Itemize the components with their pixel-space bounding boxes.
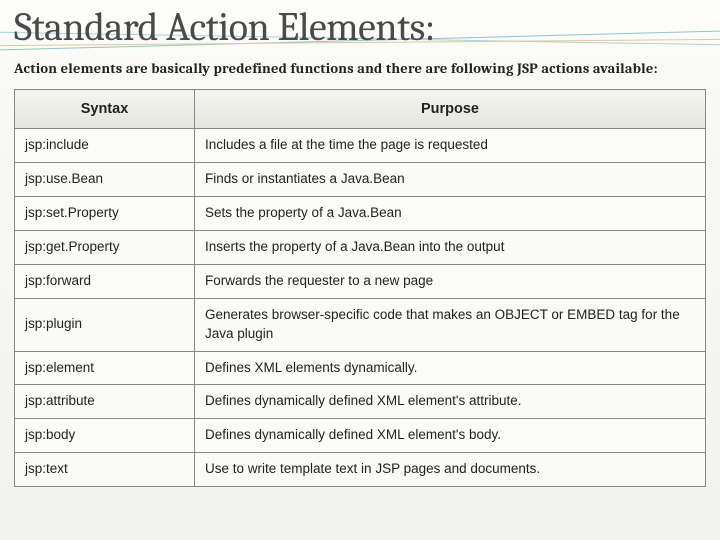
cell-syntax: jsp:attribute — [15, 385, 195, 419]
cell-purpose: Defines dynamically defined XML element'… — [195, 419, 706, 453]
cell-purpose: Finds or instantiates a Java.Bean — [195, 163, 706, 197]
cell-syntax: jsp:use.Bean — [15, 163, 195, 197]
actions-table: Syntax Purpose jsp:include Includes a fi… — [14, 89, 706, 487]
cell-syntax: jsp:forward — [15, 264, 195, 298]
cell-purpose: Defines XML elements dynamically. — [195, 351, 706, 385]
cell-syntax: jsp:element — [15, 351, 195, 385]
actions-table-container: Syntax Purpose jsp:include Includes a fi… — [0, 85, 720, 487]
table-row: jsp:plugin Generates browser-specific co… — [15, 298, 706, 351]
cell-purpose: Forwards the requester to a new page — [195, 264, 706, 298]
cell-purpose: Sets the property of a Java.Bean — [195, 197, 706, 231]
cell-purpose: Generates browser-specific code that mak… — [195, 298, 706, 351]
slide-title: Standard Action Elements: — [0, 0, 720, 50]
cell-purpose: Defines dynamically defined XML element'… — [195, 385, 706, 419]
cell-purpose: Includes a file at the time the page is … — [195, 129, 706, 163]
table-row: jsp:text Use to write template text in J… — [15, 453, 706, 487]
table-row: jsp:forward Forwards the requester to a … — [15, 264, 706, 298]
table-row: jsp:get.Property Inserts the property of… — [15, 230, 706, 264]
cell-purpose: Inserts the property of a Java.Bean into… — [195, 230, 706, 264]
cell-syntax: jsp:plugin — [15, 298, 195, 351]
cell-purpose: Use to write template text in JSP pages … — [195, 453, 706, 487]
cell-syntax: jsp:body — [15, 419, 195, 453]
cell-syntax: jsp:include — [15, 129, 195, 163]
table-header-row: Syntax Purpose — [15, 90, 706, 129]
cell-syntax: jsp:text — [15, 453, 195, 487]
table-row: jsp:element Defines XML elements dynamic… — [15, 351, 706, 385]
table-row: jsp:body Defines dynamically defined XML… — [15, 419, 706, 453]
slide-description: Action elements are basically predefined… — [0, 50, 720, 85]
cell-syntax: jsp:set.Property — [15, 197, 195, 231]
table-row: jsp:set.Property Sets the property of a … — [15, 197, 706, 231]
table-row: jsp:use.Bean Finds or instantiates a Jav… — [15, 163, 706, 197]
table-row: jsp:attribute Defines dynamically define… — [15, 385, 706, 419]
header-syntax: Syntax — [15, 90, 195, 129]
table-row: jsp:include Includes a file at the time … — [15, 129, 706, 163]
cell-syntax: jsp:get.Property — [15, 230, 195, 264]
actions-table-body: jsp:include Includes a file at the time … — [15, 129, 706, 487]
header-purpose: Purpose — [195, 90, 706, 129]
